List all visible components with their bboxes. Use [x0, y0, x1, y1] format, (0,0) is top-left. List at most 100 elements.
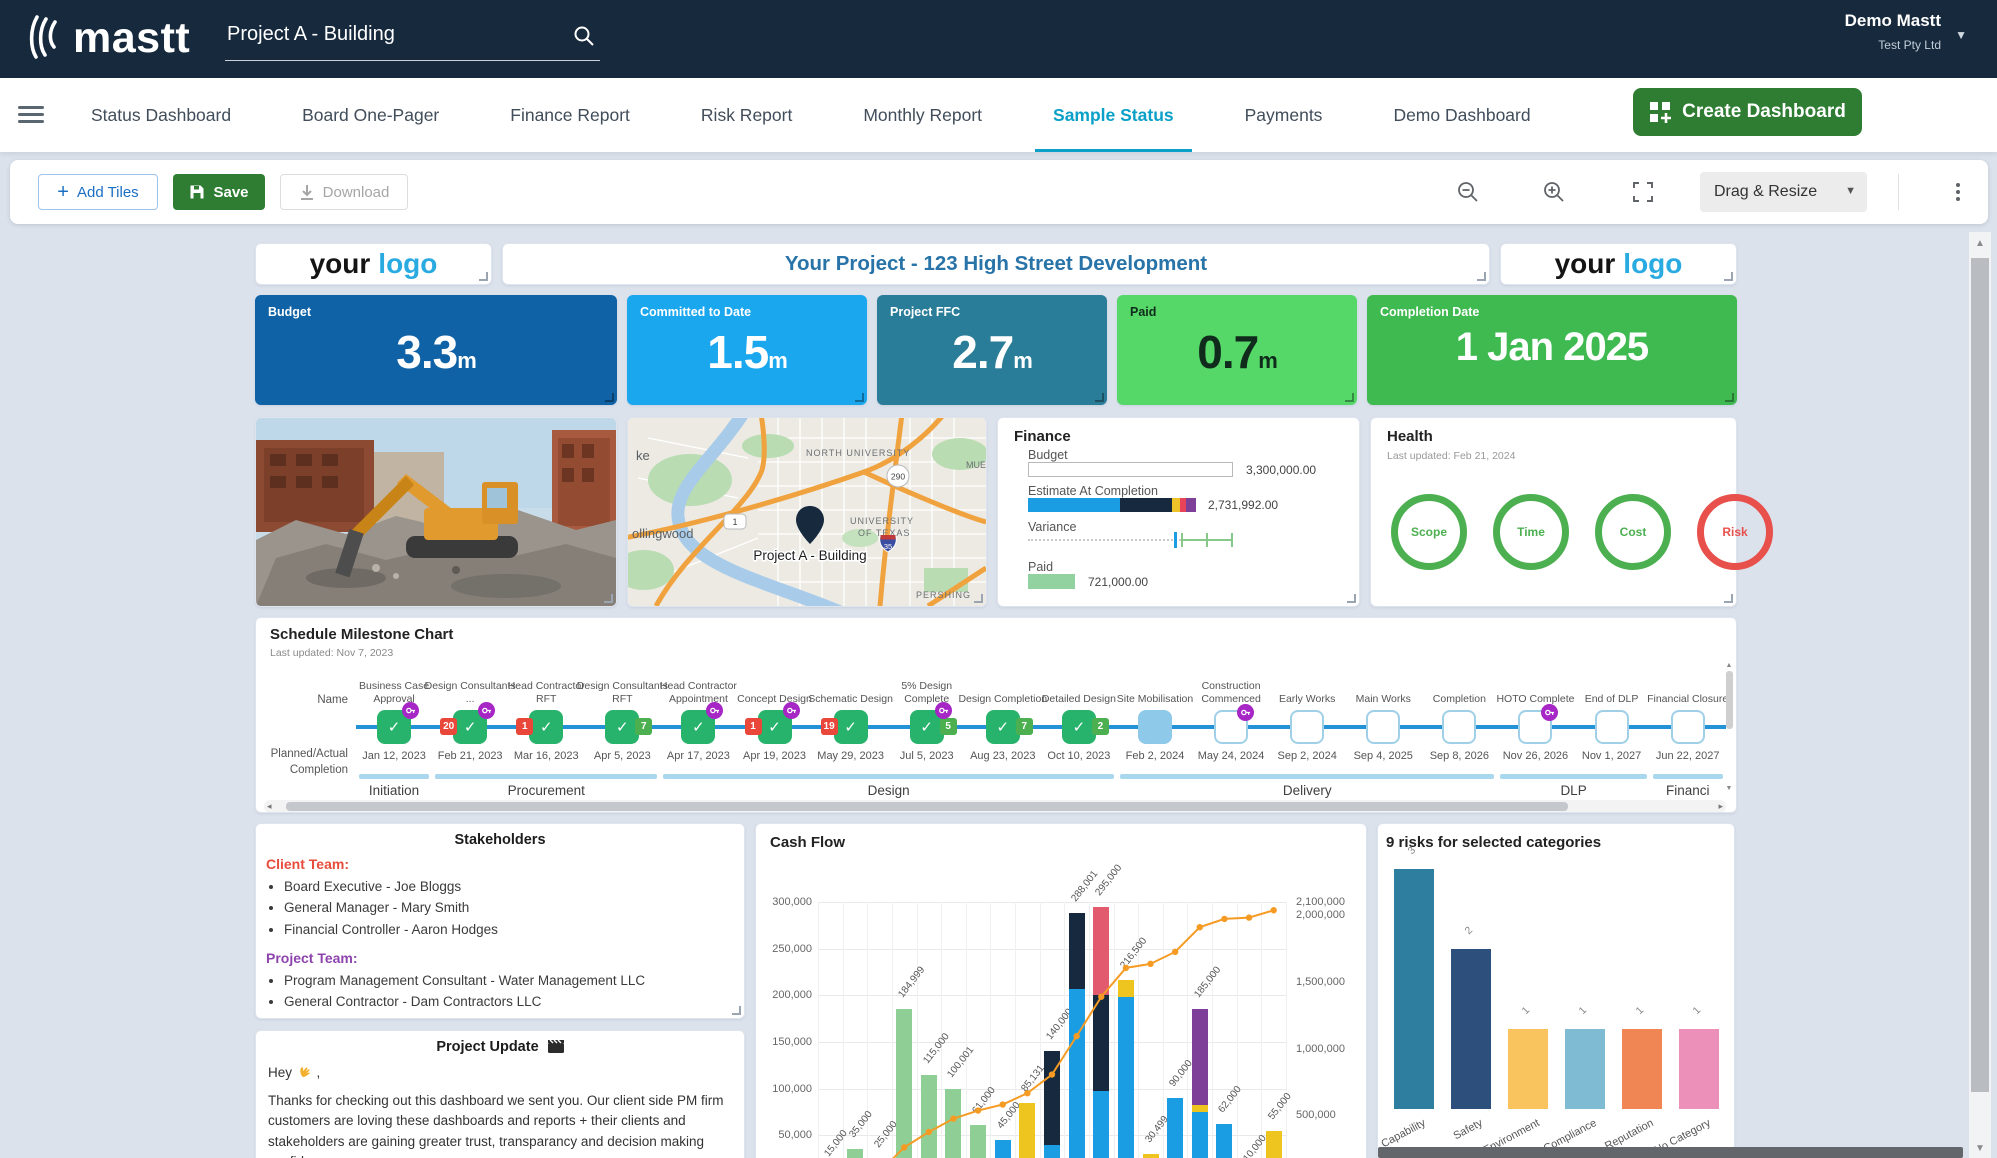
page-hscrollbar-thumb[interactable]	[1378, 1147, 1963, 1158]
zoom-out-icon[interactable]	[1454, 178, 1482, 206]
tile-resize-handle[interactable]	[855, 393, 864, 402]
tab-finance-report[interactable]: Finance Report	[506, 78, 634, 152]
milestone-marker[interactable]: ✓1	[529, 710, 563, 744]
tile-resize-handle[interactable]	[1347, 594, 1356, 603]
tab-demo-dashboard[interactable]: Demo Dashboard	[1389, 78, 1534, 152]
milestone-marker[interactable]: ✓	[681, 710, 715, 744]
tile-resize-handle[interactable]	[1724, 272, 1733, 281]
milestone-financial-closure[interactable]: Financial ClosureJun 22, 2027	[1650, 662, 1726, 774]
milestone-marker[interactable]	[1671, 710, 1705, 744]
tile-resize-handle[interactable]	[605, 393, 614, 402]
health-tile[interactable]: Health Last updated: Feb 21, 2024 ScopeT…	[1370, 417, 1737, 607]
milestone-hscrollbar[interactable]: ◂ ▸	[264, 800, 1726, 813]
kpi-tile-budget[interactable]: Budget3.3m	[255, 295, 617, 405]
tab-board-one-pager[interactable]: Board One-Pager	[298, 78, 443, 152]
logo-tile-left[interactable]: your logo	[255, 243, 492, 285]
download-button[interactable]: Download	[280, 174, 408, 210]
milestone-5-design-complete[interactable]: 5% Design Complete✓5Jul 5, 2023	[889, 662, 965, 774]
risk-bar-capability[interactable]	[1394, 869, 1434, 1109]
milestone-marker[interactable]: ✓20	[453, 710, 487, 744]
milestone-marker[interactable]: ✓1	[758, 710, 792, 744]
milestone-marker[interactable]	[1442, 710, 1476, 744]
save-button[interactable]: Save	[173, 174, 265, 210]
milestone-marker[interactable]	[1595, 710, 1629, 744]
milestone-marker[interactable]: ✓19	[834, 710, 868, 744]
more-options-icon[interactable]	[1948, 176, 1968, 208]
tab-payments[interactable]: Payments	[1241, 78, 1327, 152]
schedule-milestone-tile[interactable]: Schedule Milestone Chart Last updated: N…	[255, 617, 1737, 813]
fullscreen-icon[interactable]	[1629, 178, 1657, 206]
brand-logo[interactable]: mastt	[28, 15, 190, 59]
risks-tile[interactable]: 9 risks for selected categories 3Capabil…	[1377, 823, 1735, 1158]
tile-resize-handle[interactable]	[1095, 393, 1104, 402]
finance-tile[interactable]: Finance Budget 3,300,000.00 Estimate At …	[997, 417, 1360, 607]
milestone-marker[interactable]	[1214, 710, 1248, 744]
mode-select[interactable]: Drag & Resize ▼	[1700, 172, 1867, 212]
milestone-vscrollbar[interactable]: ▲ ▼	[1724, 662, 1734, 792]
milestone-design-consultants-rft[interactable]: Design Consultants RFT✓7Apr 5, 2023	[584, 662, 660, 774]
milestone-design-consultants[interactable]: Design Consultants ...✓20Feb 21, 2023	[432, 662, 508, 774]
user-menu[interactable]: Demo Mastt Test Pty Ltd	[1845, 11, 1941, 52]
milestone-marker[interactable]	[1518, 710, 1552, 744]
milestone-early-works[interactable]: Early WorksSep 2, 2024	[1269, 662, 1345, 774]
scroll-right-icon[interactable]: ▸	[1718, 801, 1723, 812]
tile-resize-handle[interactable]	[1725, 393, 1734, 402]
scroll-left-icon[interactable]: ◂	[267, 801, 272, 812]
tile-resize-handle[interactable]	[732, 1006, 741, 1015]
create-dashboard-button[interactable]: Create Dashboard	[1633, 88, 1862, 136]
milestone-marker[interactable]: ✓2	[1062, 710, 1096, 744]
scroll-up-icon[interactable]: ▲	[1969, 238, 1991, 249]
site-photo-tile[interactable]	[255, 417, 617, 607]
tile-resize-handle[interactable]	[1724, 594, 1733, 603]
add-tiles-button[interactable]: + Add Tiles	[38, 174, 158, 210]
stakeholders-tile[interactable]: Stakeholders Client Team:Board Executive…	[255, 823, 745, 1019]
milestone-business-case-approval[interactable]: Business Case Approval✓Jan 12, 2023	[356, 662, 432, 774]
milestone-marker[interactable]: ✓	[377, 710, 411, 744]
risk-bar-no-category[interactable]	[1679, 1029, 1719, 1109]
milestone-main-works[interactable]: Main WorksSep 4, 2025	[1345, 662, 1421, 774]
project-map-tile[interactable]: NORTH UNIVERSITY UNIVERSITY OF TEXAS MUE…	[627, 417, 987, 607]
milestone-construction-commenced[interactable]: Construction CommencedMay 24, 2024	[1193, 662, 1269, 774]
search-icon[interactable]	[572, 24, 596, 53]
user-menu-caret-icon[interactable]: ▼	[1955, 28, 1967, 42]
milestone-concept-design[interactable]: Concept Design✓1Apr 19, 2023	[736, 662, 812, 774]
tile-resize-handle[interactable]	[974, 594, 983, 603]
tile-resize-handle[interactable]	[1477, 272, 1486, 281]
milestone-schematic-design[interactable]: Schematic Design✓19May 29, 2023	[813, 662, 889, 774]
zoom-in-icon[interactable]	[1540, 178, 1568, 206]
tab-sample-status[interactable]: Sample Status	[1049, 78, 1178, 152]
project-title-tile[interactable]: Your Project - 123 High Street Developme…	[502, 243, 1490, 285]
project-search-input[interactable]: Project A - Building	[225, 14, 600, 61]
page-vscrollbar-thumb[interactable]	[1971, 258, 1989, 1092]
milestone-completion[interactable]: CompletionSep 8, 2026	[1421, 662, 1497, 774]
milestone-marker[interactable]: ✓5	[910, 710, 944, 744]
milestone-head-contractor-rft[interactable]: Head Contractor RFT✓1Mar 16, 2023	[508, 662, 584, 774]
scroll-down-icon[interactable]: ▼	[1724, 785, 1734, 792]
cashflow-tile[interactable]: Cash Flow 50,000100,000150,000200,000250…	[755, 823, 1367, 1158]
tab-risk-report[interactable]: Risk Report	[697, 78, 796, 152]
page-vscrollbar[interactable]: ▲ ▼	[1969, 232, 1991, 1158]
milestone-detailed-design[interactable]: Detailed Design✓2Oct 10, 2023	[1041, 662, 1117, 774]
tab-status-dashboard[interactable]: Status Dashboard	[87, 78, 235, 152]
kpi-tile-paid[interactable]: Paid0.7m	[1117, 295, 1357, 405]
milestone-head-contractor-appointment[interactable]: Head Contractor Appointment✓Apr 17, 2023	[660, 662, 736, 774]
scroll-up-icon[interactable]: ▲	[1724, 662, 1734, 669]
project-update-tile[interactable]: Project Update Hey , Thanks for checking…	[255, 1030, 745, 1158]
logo-tile-right[interactable]: your logo	[1500, 243, 1737, 285]
kpi-tile-project-ffc[interactable]: Project FFC2.7m	[877, 295, 1107, 405]
risk-bar-reputation[interactable]	[1622, 1029, 1662, 1109]
risk-bar-legislative-compliance[interactable]	[1565, 1029, 1605, 1109]
milestone-marker[interactable]	[1138, 710, 1172, 744]
tile-resize-handle[interactable]	[479, 272, 488, 281]
milestone-design-completion[interactable]: Design Completion✓7Aug 23, 2023	[965, 662, 1041, 774]
tile-resize-handle[interactable]	[604, 594, 613, 603]
kpi-tile-committed-to-date[interactable]: Committed to Date1.5m	[627, 295, 867, 405]
tile-resize-handle[interactable]	[1345, 393, 1354, 402]
milestone-hscrollbar-thumb[interactable]	[286, 802, 1568, 811]
kpi-tile-completion-date[interactable]: Completion Date1 Jan 2025	[1367, 295, 1737, 405]
scroll-down-icon[interactable]: ▼	[1969, 1143, 1991, 1154]
tab-monthly-report[interactable]: Monthly Report	[859, 78, 986, 152]
milestone-site-mobilisation[interactable]: Site MobilisationFeb 2, 2024	[1117, 662, 1193, 774]
risk-bar-safety[interactable]	[1451, 949, 1491, 1109]
milestone-vscrollbar-thumb[interactable]	[1726, 671, 1733, 729]
